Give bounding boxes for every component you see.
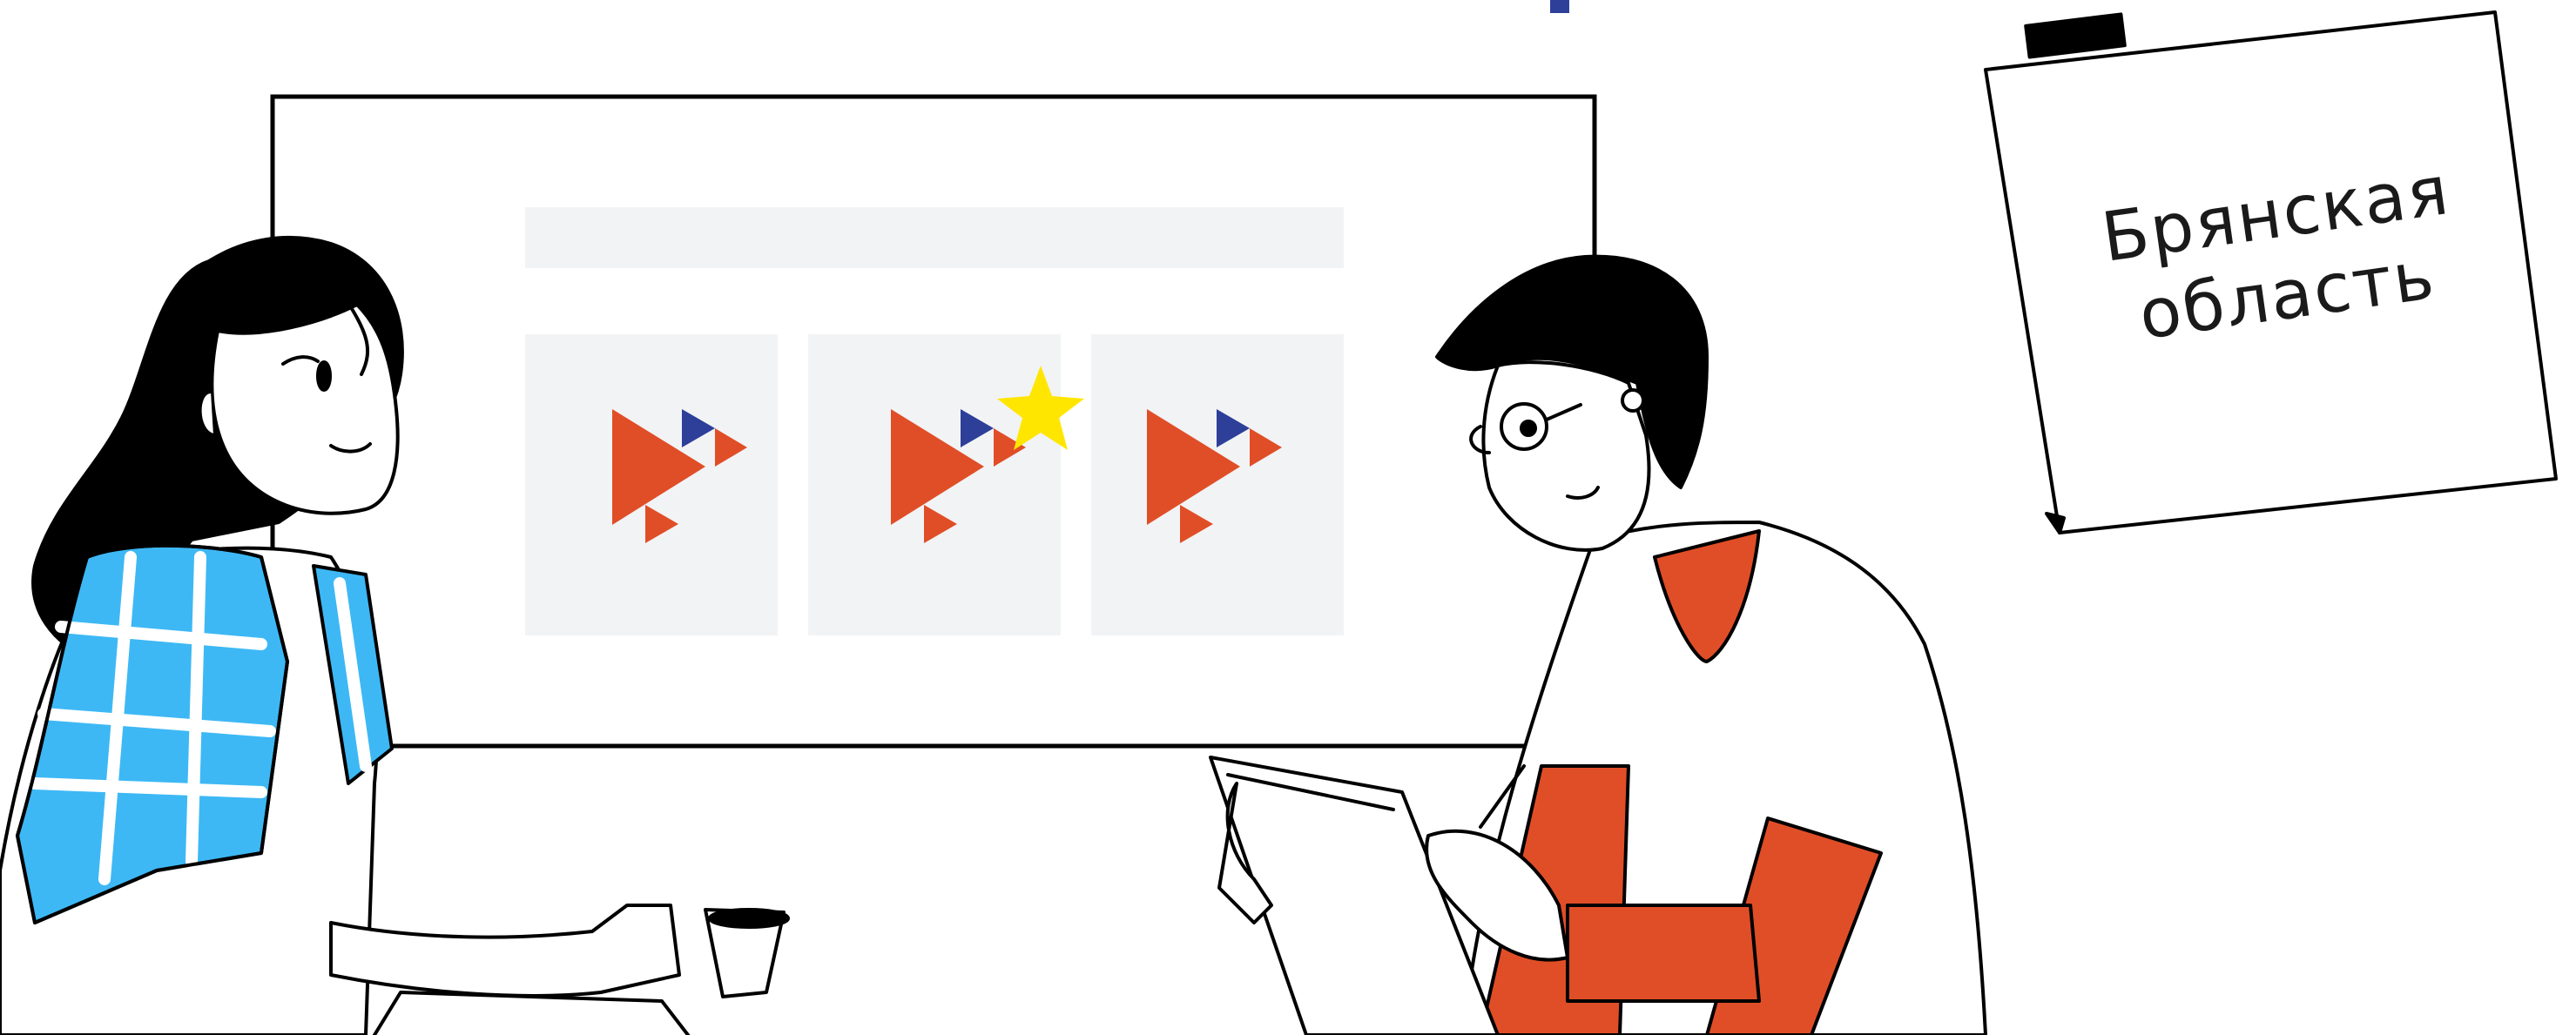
board-tile-3 <box>1091 334 1344 635</box>
board-header-bar <box>525 207 1344 268</box>
illustration-scene <box>0 0 2558 1035</box>
tape-icon <box>2024 12 2127 59</box>
presentation-board <box>270 94 1597 749</box>
top-marker <box>1550 0 1569 13</box>
